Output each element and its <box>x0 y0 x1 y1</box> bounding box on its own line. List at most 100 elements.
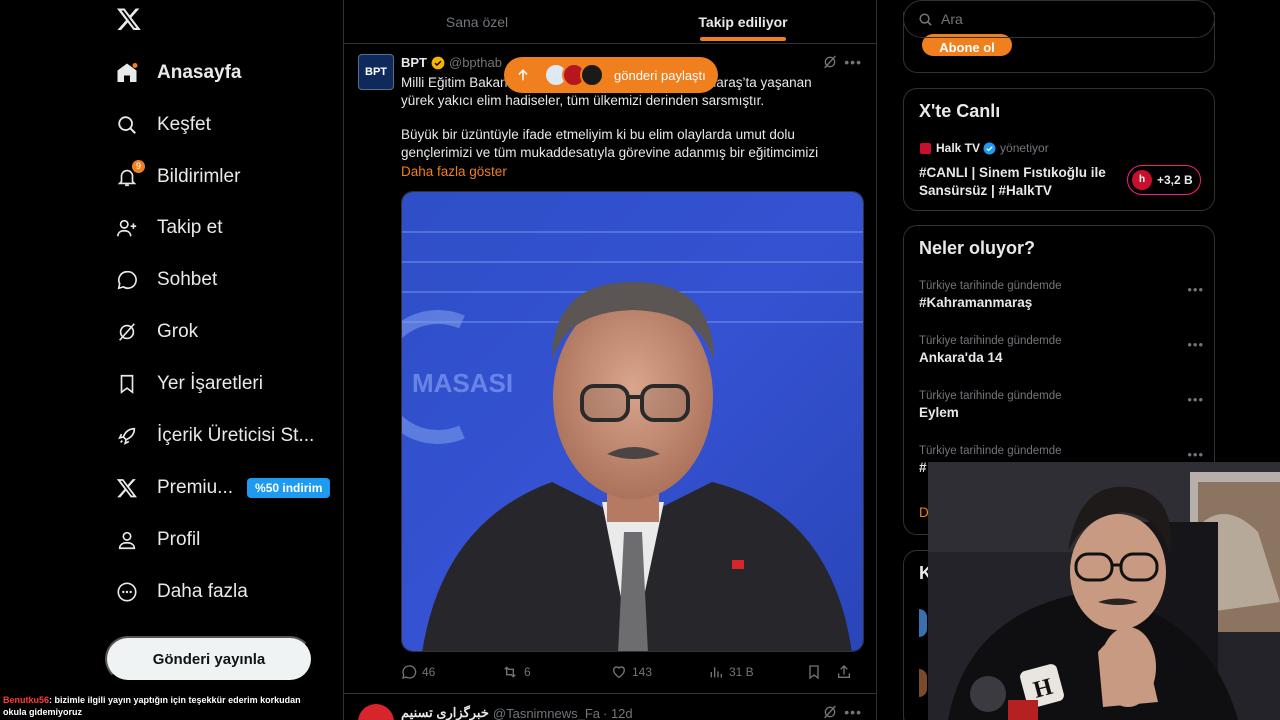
chat-username: Benutku56 <box>3 695 50 705</box>
sidebar-item-home[interactable]: Anasayfa <box>114 51 242 95</box>
trend-item[interactable]: Türkiye tarihinde gündemde #Kahramanmara… <box>919 280 1204 310</box>
trend-context: Türkiye tarihinde gündemde <box>919 280 1062 292</box>
user-icon <box>114 527 140 553</box>
more-options-icon[interactable]: ••• <box>844 54 862 70</box>
sidebar-item-more[interactable]: Daha fazla <box>114 570 248 614</box>
sidebar-item-follow[interactable]: Takip et <box>114 206 222 250</box>
tweet-author-name[interactable]: BPT <box>401 55 427 70</box>
sidebar-item-label: Daha fazla <box>157 581 248 602</box>
more-options-icon[interactable]: ••• <box>1187 447 1204 462</box>
share-icon <box>838 665 850 678</box>
listener-count: +3,2 B <box>1157 173 1193 187</box>
home-icon <box>114 60 140 86</box>
timeline: Sana özel Takip ediliyor BPT BPT @bpthab… <box>343 0 877 720</box>
tweet-header: BPT @bpthab <box>401 55 502 70</box>
sidebar-item-label: Anasayfa <box>157 62 242 83</box>
grok-icon[interactable] <box>822 54 838 70</box>
x-logo-icon[interactable] <box>116 6 144 34</box>
trend-topic: Eylem <box>919 405 959 420</box>
tweet[interactable]: خبرگزاری تسنیم @Tasnimnews_Fa · 12d ••• <box>344 694 876 720</box>
share-button[interactable] <box>836 664 857 680</box>
tweet-time[interactable]: · 12d <box>603 706 633 720</box>
webcam-overlay: H <box>928 462 1280 720</box>
tweet-author-name[interactable]: خبرگزاری تسنیم <box>401 705 489 720</box>
sidebar-item-explore[interactable]: Keşfet <box>114 103 211 147</box>
trend-item[interactable]: Türkiye tarihinde gündemde Eylem ••• <box>919 390 1204 420</box>
repost-count: 6 <box>524 665 531 679</box>
sidebar-item-label: İçerik Üreticisi St... <box>157 425 315 446</box>
tweet-image[interactable]: MASASI <box>401 191 864 652</box>
sidebar-item-label: Premiu... <box>157 477 234 498</box>
sidebar-item-label: Sohbet <box>157 269 218 290</box>
x-home-screen: Anasayfa Keşfet 9 Bildirimler Takip et S… <box>0 0 1280 720</box>
left-sidebar: Anasayfa Keşfet 9 Bildirimler Takip et S… <box>104 0 334 720</box>
views-button[interactable]: 31 B <box>708 664 806 680</box>
arrow-up-icon <box>518 69 528 81</box>
more-options-icon[interactable]: ••• <box>844 704 862 720</box>
sidebar-item-creator-studio[interactable]: İçerik Üreticisi St... <box>114 414 314 458</box>
search-icon <box>114 112 140 138</box>
trend-context: Türkiye tarihinde gündemde <box>919 390 1062 402</box>
reply-button[interactable]: 46 <box>401 664 501 680</box>
tweet[interactable]: BPT BPT @bpthab ••• Milli Eğitim Bakan nm… <box>344 44 876 694</box>
bookmark-button[interactable] <box>806 664 836 680</box>
avatar <box>580 63 604 87</box>
tweet-author-handle[interactable]: @Tasnimnews_Fa <box>493 706 600 720</box>
show-more-link[interactable]: Daha fazla göster <box>401 164 507 179</box>
tweet-header: خبرگزاری تسنیم @Tasnimnews_Fa · 12d <box>401 705 633 720</box>
search-bar[interactable] <box>903 0 1215 38</box>
avatar: h <box>1132 170 1152 190</box>
live-listeners-pill[interactable]: h +3,2 B <box>1127 165 1201 195</box>
verified-badge-icon <box>983 142 996 154</box>
host-name: Halk TV <box>936 141 981 155</box>
trend-context: Türkiye tarihinde gündemde <box>919 335 1062 347</box>
section-title: X'te Canlı <box>919 101 1001 121</box>
post-button[interactable]: Gönderi yayınla <box>105 636 313 682</box>
like-button[interactable]: 143 <box>611 664 708 680</box>
rocket-icon <box>114 423 140 449</box>
live-on-x-card: X'te Canlı Halk TV yönetiyor #CANLI | Si… <box>903 88 1215 211</box>
new-posts-pill[interactable]: gönderi paylaştı <box>504 57 718 93</box>
premium-discount-badge[interactable]: %50 indirim <box>247 478 331 498</box>
avatar[interactable] <box>919 609 927 637</box>
grok-icon[interactable] <box>822 704 838 720</box>
section-title: Neler oluyor? <box>919 238 1036 258</box>
trend-item[interactable]: Türkiye tarihinde gündemde Ankara'da 14 … <box>919 335 1204 365</box>
sidebar-item-label: Bildirimler <box>157 166 241 187</box>
more-options-icon[interactable]: ••• <box>1187 337 1204 352</box>
live-host[interactable]: Halk TV yönetiyor <box>920 141 1049 155</box>
repost-button[interactable]: 6 <box>501 664 611 680</box>
sidebar-item-chat[interactable]: Sohbet <box>114 258 217 302</box>
avatar[interactable] <box>358 704 394 720</box>
live-stream-title[interactable]: #CANLI | Sinem Fıstıkoğlu ile Sansürsüz … <box>919 164 1119 200</box>
search-input[interactable] <box>941 11 1201 27</box>
search-icon <box>919 12 932 26</box>
tweet-text-paragraph: Büyük bir üzüntüyle ifade etmeliyim ki b… <box>401 127 819 160</box>
tweet-author-handle[interactable]: @bpthab <box>449 55 502 70</box>
more-options-icon[interactable]: ••• <box>1187 282 1204 297</box>
more-icon <box>114 579 140 605</box>
sidebar-item-grok[interactable]: Grok <box>114 310 198 354</box>
sidebar-item-premium[interactable]: Premiu... %50 indirim <box>114 466 331 510</box>
notification-badge: 9 <box>132 160 145 173</box>
streamer-webcam-image: H <box>928 462 1280 720</box>
active-tab-indicator <box>700 37 786 41</box>
heart-icon <box>612 666 626 679</box>
trend-context: Türkiye tarihinde gündemde <box>919 445 1062 457</box>
tab-label: Sana özel <box>445 13 509 30</box>
bell-icon: 9 <box>114 160 145 190</box>
sidebar-item-bookmarks[interactable]: Yer İşaretleri <box>114 362 263 406</box>
sidebar-item-label: Keşfet <box>157 114 211 135</box>
tab-for-you[interactable]: Sana özel <box>344 0 610 43</box>
views-icon <box>710 667 722 678</box>
tab-label: Takip ediliyor <box>698 13 788 30</box>
svg-text:MASASI: MASASI <box>412 368 513 398</box>
sidebar-item-notifications[interactable]: 9 Bildirimler <box>114 155 240 199</box>
avatar[interactable] <box>919 669 927 697</box>
sidebar-item-profile[interactable]: Profil <box>114 518 200 562</box>
avatar[interactable]: BPT <box>358 54 394 90</box>
tab-following[interactable]: Takip ediliyor <box>610 0 876 43</box>
sidebar-item-label: Profil <box>157 529 201 550</box>
more-options-icon[interactable]: ••• <box>1187 392 1204 407</box>
host-role: yönetiyor <box>1000 141 1049 155</box>
